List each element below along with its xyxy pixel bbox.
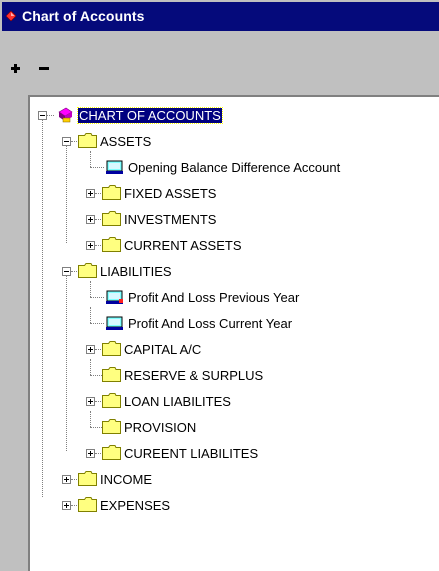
expand-toggle[interactable]	[86, 397, 95, 406]
folder-icon	[78, 471, 97, 486]
accounts-tree[interactable]: CHART OF ACCOUNTS ASSETS Opening Balance…	[28, 95, 439, 571]
diamond-icon	[6, 11, 16, 21]
tree-node-capital[interactable]: CAPITAL A/C	[30, 339, 430, 359]
tree-node-pl-previous[interactable]: Profit And Loss Previous Year	[30, 281, 430, 307]
account-icon	[106, 160, 123, 174]
tree-node-current-assets[interactable]: CURRENT ASSETS	[30, 235, 430, 255]
tree-node-fixed-assets[interactable]: FIXED ASSETS	[30, 183, 430, 203]
collapse-toggle[interactable]	[38, 111, 47, 120]
expand-toggle[interactable]	[86, 345, 95, 354]
folder-icon	[102, 367, 121, 382]
tree-node-pl-current[interactable]: Profit And Loss Current Year	[30, 307, 430, 333]
folder-icon	[102, 445, 121, 460]
account-label: Profit And Loss Current Year	[128, 316, 293, 331]
tree-connector	[90, 375, 102, 376]
tree-node-income[interactable]: INCOME	[30, 469, 430, 489]
collapse-toggle[interactable]	[62, 137, 71, 146]
tree-connector	[90, 359, 91, 375]
account-icon	[106, 290, 123, 304]
tree-node-provision[interactable]: PROVISION	[30, 411, 430, 437]
expand-toggle[interactable]	[86, 241, 95, 250]
folder-label: PROVISION	[124, 420, 197, 435]
folder-label: CAPITAL A/C	[124, 342, 202, 357]
folder-label: LOAN LIABILITES	[124, 394, 231, 409]
window-title: Chart of Accounts	[22, 8, 145, 24]
assets-label: ASSETS	[100, 134, 152, 149]
folder-icon	[102, 237, 121, 252]
remove-account-button[interactable]	[36, 61, 54, 79]
account-label: Opening Balance Difference Account	[128, 160, 341, 175]
tree-connector	[90, 411, 91, 427]
tree-node-expenses[interactable]: EXPENSES	[30, 495, 430, 515]
folder-icon	[102, 211, 121, 226]
books-icon	[58, 107, 73, 123]
folder-label: CUREENT LIABILITES	[124, 446, 259, 461]
folder-label: RESERVE & SURPLUS	[124, 368, 264, 383]
title-bar[interactable]: Chart of Accounts	[2, 2, 439, 31]
tree-node-root[interactable]: CHART OF ACCOUNTS	[30, 105, 430, 125]
liabilities-label: LIABILITIES	[100, 264, 172, 279]
folder-icon	[78, 133, 97, 148]
folder-icon	[102, 341, 121, 356]
collapse-toggle[interactable]	[62, 267, 71, 276]
tree-connector	[90, 323, 104, 324]
toolbar	[0, 31, 439, 95]
folder-label: CURRENT ASSETS	[124, 238, 242, 253]
expenses-label: EXPENSES	[100, 498, 171, 513]
tree-node-assets[interactable]: ASSETS	[30, 131, 430, 151]
tree-node-current-liabilities[interactable]: CUREENT LIABILITES	[30, 443, 430, 463]
folder-icon	[78, 497, 97, 512]
tree-node-liabilities[interactable]: LIABILITIES	[30, 261, 430, 281]
income-label: INCOME	[100, 472, 152, 487]
minus-icon	[39, 67, 49, 70]
expand-toggle[interactable]	[62, 501, 71, 510]
tree-node-investments[interactable]: INVESTMENTS	[30, 209, 430, 229]
folder-icon	[102, 393, 121, 408]
tree-node-reserve-surplus[interactable]: RESERVE & SURPLUS	[30, 359, 430, 385]
tree-connector	[90, 297, 104, 298]
tree-node-loan-liabilities[interactable]: LOAN LIABILITES	[30, 391, 430, 411]
tree-node-opening-balance[interactable]: Opening Balance Difference Account	[30, 151, 430, 177]
tree-connector	[90, 281, 91, 297]
expand-toggle[interactable]	[86, 189, 95, 198]
folder-icon	[102, 185, 121, 200]
add-account-button[interactable]	[8, 61, 26, 79]
expand-toggle[interactable]	[62, 475, 71, 484]
tree-connector	[90, 167, 104, 168]
plus-icon	[11, 64, 20, 73]
expand-toggle[interactable]	[86, 449, 95, 458]
root-label: CHART OF ACCOUNTS	[77, 107, 223, 124]
chart-of-accounts-window: Chart of Accounts CHART OF ACCOUNTS ASSE…	[0, 0, 439, 571]
tree-connector	[90, 151, 91, 167]
tree-connector	[90, 307, 91, 323]
folder-label: INVESTMENTS	[124, 212, 217, 227]
tree-connector	[90, 427, 102, 428]
account-icon	[106, 316, 123, 330]
account-label: Profit And Loss Previous Year	[128, 290, 300, 305]
folder-label: FIXED ASSETS	[124, 186, 217, 201]
folder-icon	[78, 263, 97, 278]
expand-toggle[interactable]	[86, 215, 95, 224]
folder-icon	[102, 419, 121, 434]
